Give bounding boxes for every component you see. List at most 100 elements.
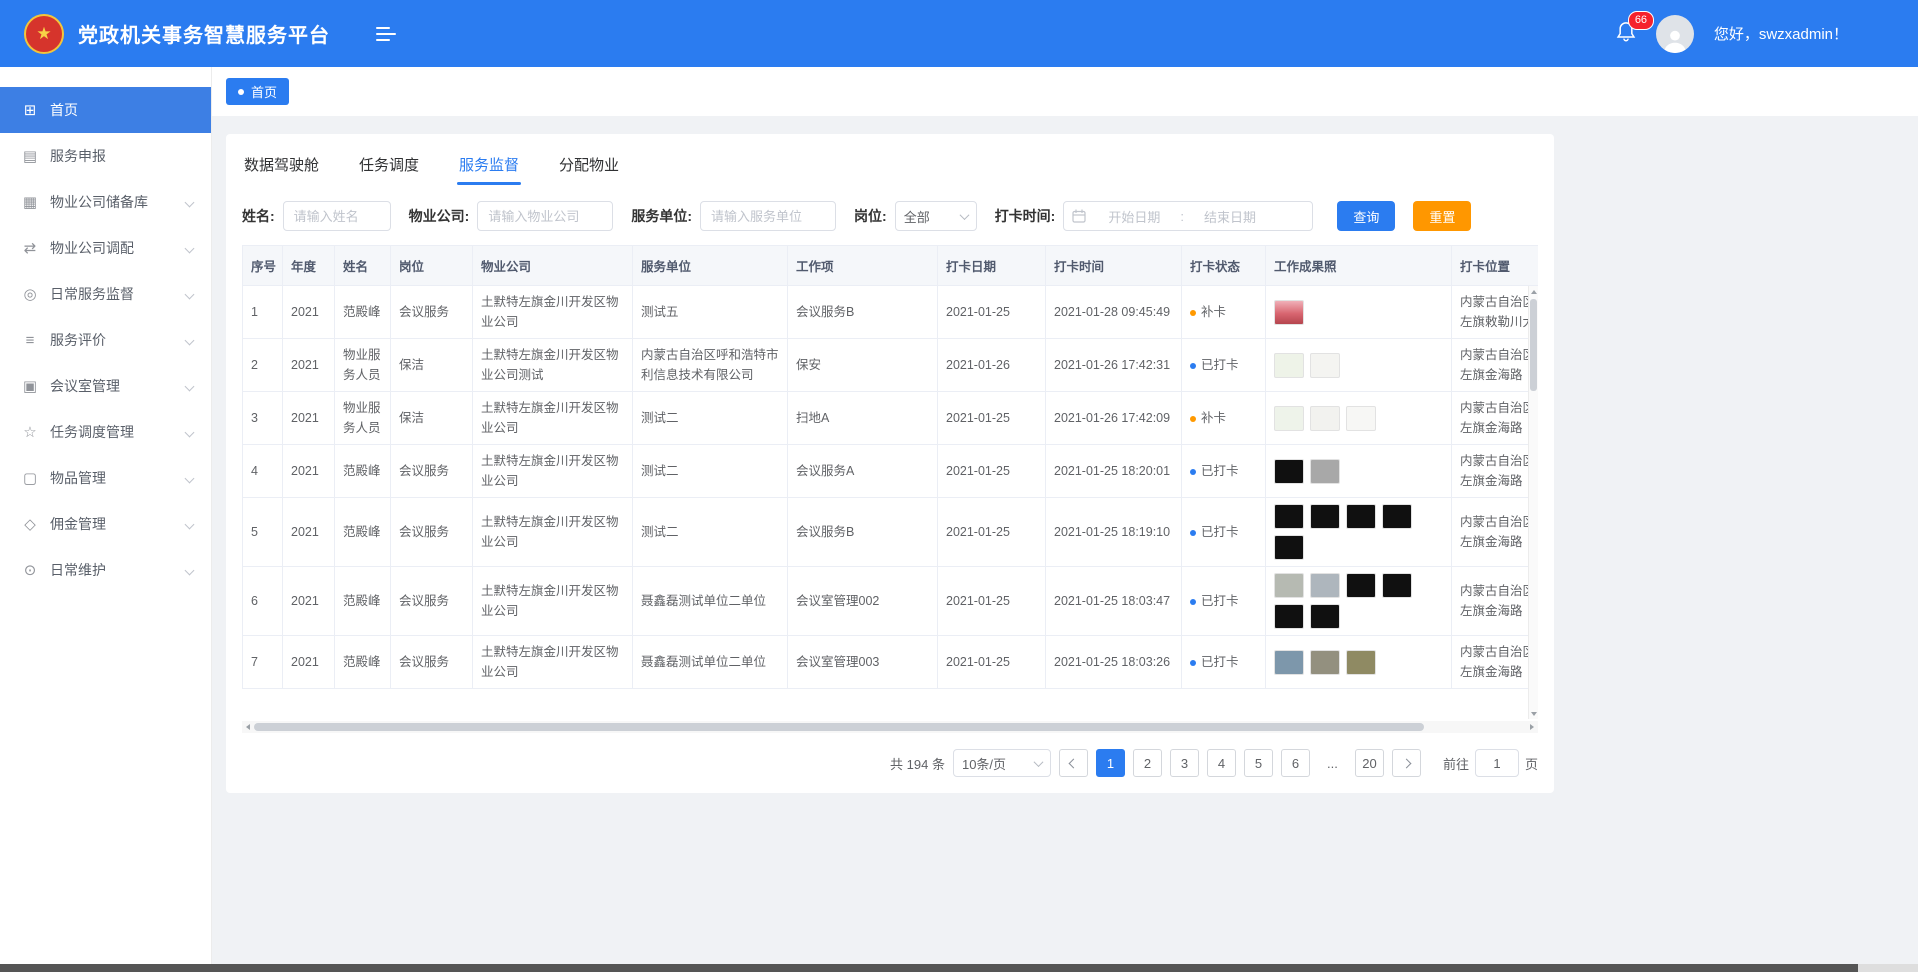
name-filter-input[interactable]: [283, 201, 391, 231]
result-photo-thumbnail[interactable]: [1310, 459, 1340, 484]
cell-post: 会议服务: [391, 286, 473, 339]
sidebar-item-label: 日常维护: [50, 560, 106, 580]
location-line-2: 左旗金海路: [1460, 601, 1538, 621]
sidebar-item-company-dispatch[interactable]: ⇄ 物业公司调配: [0, 225, 211, 271]
sidebar-item-commission[interactable]: ◇佣金管理: [0, 501, 211, 547]
prev-page-button[interactable]: [1059, 749, 1088, 777]
result-photo-thumbnail[interactable]: [1274, 573, 1304, 598]
result-photo-thumbnail[interactable]: [1310, 573, 1340, 598]
result-photo-thumbnail[interactable]: [1274, 459, 1304, 484]
cell-clock-location: 内蒙古自治区呼和左旗金海路: [1452, 445, 1539, 498]
sidebar-item-meeting-room[interactable]: ▣会议室管理: [0, 363, 211, 409]
result-photo-thumbnail[interactable]: [1274, 604, 1304, 629]
status-text: 已打卡: [1201, 358, 1239, 372]
page-button-6[interactable]: 6: [1281, 749, 1310, 777]
unit-filter-input[interactable]: [700, 201, 836, 231]
location-line-1: 内蒙古自治区呼和: [1460, 512, 1538, 532]
horizontal-scrollbar[interactable]: [242, 721, 1538, 733]
sidebar-item-goods[interactable]: ▢物品管理: [0, 455, 211, 501]
result-photo-thumbnail[interactable]: [1346, 650, 1376, 675]
user-avatar[interactable]: [1656, 15, 1694, 53]
result-photo-thumbnail[interactable]: [1310, 604, 1340, 629]
result-photo-thumbnail[interactable]: [1310, 504, 1340, 529]
page-button-2[interactable]: 2: [1133, 749, 1162, 777]
cell-name: 范殿峰: [335, 636, 391, 689]
horizontal-scrollbar-track[interactable]: [254, 723, 1526, 731]
cell-unit: 内蒙古自治区呼和浩特市利信息技术有限公司: [633, 339, 788, 392]
sidebar-item-label: 服务申报: [50, 146, 106, 166]
scroll-right-arrow-icon[interactable]: [1530, 724, 1534, 730]
company-filter-input[interactable]: [477, 201, 613, 231]
cell-work-item: 扫地A: [788, 392, 938, 445]
sidebar-item-daily-maintenance[interactable]: ⊙日常维护: [0, 547, 211, 593]
horizontal-scrollbar-thumb[interactable]: [254, 723, 1424, 731]
cell-year: 2021: [283, 286, 335, 339]
company-dispatch-icon: ⇄: [20, 239, 40, 257]
result-photo-thumbnail[interactable]: [1274, 353, 1304, 378]
result-photo-thumbnail[interactable]: [1274, 406, 1304, 431]
reset-button[interactable]: 重置: [1413, 201, 1471, 231]
result-photo-thumbnail[interactable]: [1274, 535, 1304, 560]
vertical-scrollbar-thumb[interactable]: [1530, 299, 1537, 391]
location-line-2: 左旗金海路: [1460, 471, 1538, 491]
sidebar-collapse-button[interactable]: [376, 26, 396, 42]
result-photo-thumbnail[interactable]: [1310, 353, 1340, 378]
page-button-20[interactable]: 20: [1355, 749, 1384, 777]
next-page-button[interactable]: [1392, 749, 1421, 777]
browser-horizontal-scrollbar[interactable]: [0, 964, 1918, 972]
cell-work-item: 会议室管理003: [788, 636, 938, 689]
scroll-left-arrow-icon[interactable]: [246, 724, 250, 730]
company-reserve-icon: ▦: [20, 193, 40, 211]
goto-page-input[interactable]: [1475, 749, 1519, 777]
sidebar-item-company-reserve[interactable]: ▦ 物业公司储备库: [0, 179, 211, 225]
sidebar-item-home[interactable]: ⊞首页: [0, 87, 211, 133]
chevron-down-icon: [185, 197, 195, 207]
cell-clock-location: 内蒙古自治区呼和左旗金海路: [1452, 339, 1539, 392]
sidebar-item-service-evaluation[interactable]: ≡服务评价: [0, 317, 211, 363]
result-photo-thumbnail[interactable]: [1346, 573, 1376, 598]
result-photo-thumbnail[interactable]: [1346, 504, 1376, 529]
result-photo-thumbnail[interactable]: [1346, 406, 1376, 431]
result-photo-thumbnail[interactable]: [1310, 406, 1340, 431]
cell-no: 1: [243, 286, 283, 339]
sidebar: ⊞首页▤服务申报 ▦ 物业公司储备库 ⇄ 物业公司调配 ◎日常服务监督≡服务评价▣会议室管…: [0, 67, 212, 964]
result-photo-thumbnail[interactable]: [1274, 650, 1304, 675]
tab-data-cockpit[interactable]: 数据驾驶舱: [242, 148, 321, 185]
sidebar-item-daily-supervision[interactable]: ◎日常服务监督: [0, 271, 211, 317]
column-header-year: 年度: [283, 246, 335, 286]
cell-unit: 测试二: [633, 445, 788, 498]
cell-clock-status: 补卡: [1182, 392, 1266, 445]
page-button-1[interactable]: 1: [1096, 749, 1125, 777]
cell-name: 物业服务人员: [335, 392, 391, 445]
page-size-select[interactable]: 10条/页: [953, 749, 1051, 777]
search-button[interactable]: 查询: [1337, 201, 1395, 231]
page-button-5[interactable]: 5: [1244, 749, 1273, 777]
sidebar-item-task-scheduling[interactable]: ☆任务调度管理: [0, 409, 211, 455]
page-button-4[interactable]: 4: [1207, 749, 1236, 777]
browser-horizontal-scrollbar-thumb[interactable]: [0, 964, 1858, 972]
result-photo-thumbnail[interactable]: [1274, 300, 1304, 325]
breadcrumb-home-chip[interactable]: 首页: [226, 78, 289, 105]
post-filter-value: 全部: [904, 207, 930, 226]
tab-service-supervision[interactable]: 服务监督: [457, 148, 521, 185]
page-button-3[interactable]: 3: [1170, 749, 1199, 777]
cell-clock-date: 2021-01-25: [938, 445, 1046, 498]
clock-time-range-picker[interactable]: 开始日期 : 结束日期: [1063, 201, 1313, 231]
tab-assign-property[interactable]: 分配物业: [557, 148, 621, 185]
column-header-clock-date: 打卡日期: [938, 246, 1046, 286]
page-ellipsis[interactable]: ...: [1318, 749, 1347, 777]
cell-clock-location: 内蒙古自治区呼和左旗金海路: [1452, 567, 1539, 636]
scroll-down-arrow-icon[interactable]: [1529, 708, 1538, 719]
result-photo-thumbnail[interactable]: [1382, 504, 1412, 529]
post-filter-select[interactable]: 全部: [895, 201, 977, 231]
vertical-scrollbar[interactable]: [1528, 286, 1538, 719]
scroll-up-arrow-icon[interactable]: [1529, 286, 1538, 297]
result-photo-thumbnail[interactable]: [1310, 650, 1340, 675]
notification-bell[interactable]: 66: [1616, 21, 1636, 46]
sidebar-item-label: 物业公司储备库: [50, 192, 148, 212]
sidebar-item-service-declaration[interactable]: ▤服务申报: [0, 133, 211, 179]
sidebar-item-label: 物业公司调配: [50, 238, 134, 258]
result-photo-thumbnail[interactable]: [1382, 573, 1412, 598]
result-photo-thumbnail[interactable]: [1274, 504, 1304, 529]
tab-task-dispatch[interactable]: 任务调度: [357, 148, 421, 185]
